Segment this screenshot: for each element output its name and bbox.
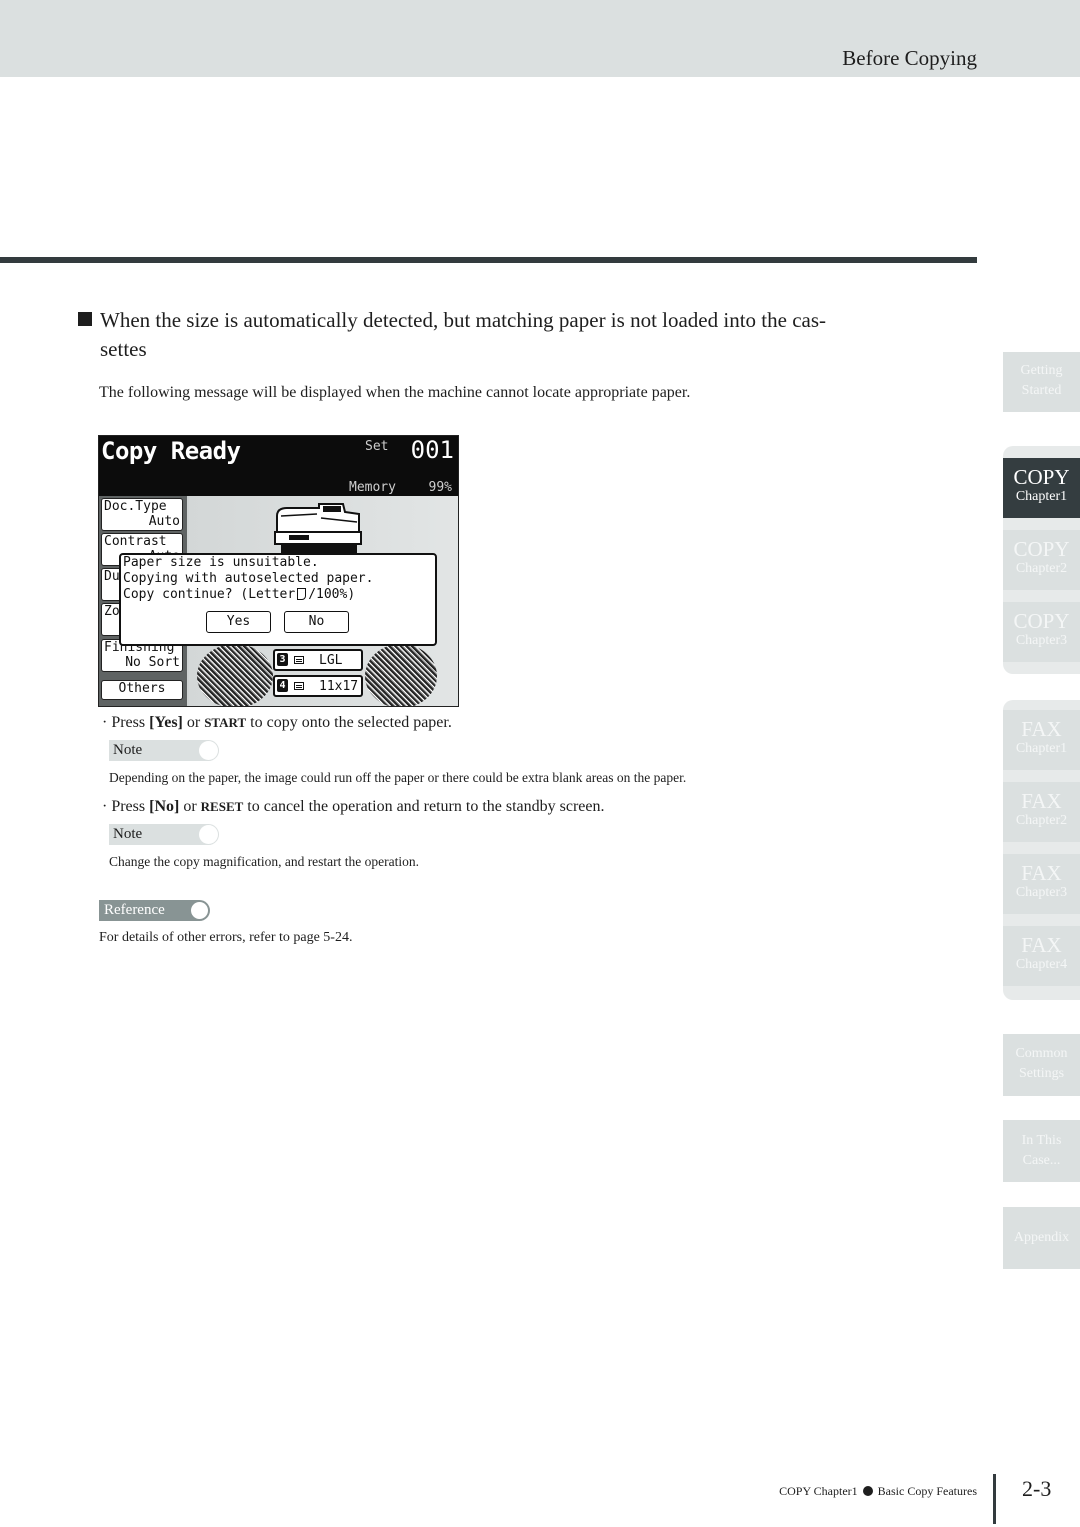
- page-number: 2-3: [1022, 1476, 1052, 1501]
- note-circle-icon: [199, 741, 218, 760]
- doc-type-button[interactable]: Doc.Type Auto: [101, 498, 183, 531]
- note-label: Note: [109, 824, 219, 845]
- tab-getting-started[interactable]: Getting Started: [1003, 352, 1080, 412]
- note-circle-icon: [199, 825, 218, 844]
- tab-appendix[interactable]: Appendix: [1003, 1207, 1080, 1269]
- instruction-yes: · Press [Yes] or START to copy onto the …: [102, 714, 452, 731]
- instruction-no: · Press [No] or RESET to cancel the oper…: [102, 798, 605, 815]
- lcd-status-bar: Copy Ready Set 001 Memory 99%: [99, 436, 458, 496]
- footer-chapter-info: COPY Chapter1 Basic Copy Features: [779, 1484, 977, 1498]
- tray-3-button[interactable]: 3 LGL: [273, 649, 363, 671]
- paper-stack-left-graphic: [197, 644, 273, 706]
- reference-text: For details of other errors, refer to pa…: [99, 930, 353, 945]
- note-label: Note: [109, 740, 219, 761]
- memory-value: 99%: [428, 480, 452, 495]
- tab-fax-chapter4[interactable]: FAX Chapter4: [1003, 926, 1080, 986]
- no-button[interactable]: No: [284, 611, 349, 633]
- section-divider: [0, 257, 977, 263]
- subsection-heading: When the size is automatically detected,…: [78, 306, 983, 364]
- lcd-title: Copy Ready: [101, 437, 241, 465]
- others-button[interactable]: Others: [101, 680, 183, 700]
- tab-copy-chapter3[interactable]: COPY Chapter3: [1003, 602, 1080, 662]
- set-label: Set: [365, 439, 389, 454]
- letter-paper-icon: [297, 588, 307, 600]
- paper-stack-right-graphic: [365, 644, 437, 706]
- tab-in-this-case[interactable]: In This Case...: [1003, 1120, 1080, 1182]
- tab-fax-chapter3[interactable]: FAX Chapter3: [1003, 854, 1080, 914]
- paper-tray-icon: [294, 656, 304, 664]
- footer-divider: [993, 1474, 996, 1524]
- intro-text: The following message will be displayed …: [99, 384, 691, 401]
- tab-fax-chapter2[interactable]: FAX Chapter2: [1003, 782, 1080, 842]
- tab-copy-chapter2[interactable]: COPY Chapter2: [1003, 530, 1080, 590]
- tab-copy-chapter1[interactable]: COPY Chapter1: [1003, 458, 1080, 518]
- note-text: Change the copy magnification, and resta…: [109, 854, 420, 869]
- set-count: 001: [410, 436, 454, 464]
- reference-circle-icon: [191, 902, 208, 919]
- note-text: Depending on the paper, the image could …: [109, 770, 687, 785]
- tab-common-settings[interactable]: Common Settings: [1003, 1034, 1080, 1096]
- square-bullet-icon: [78, 312, 92, 326]
- yes-button[interactable]: Yes: [206, 611, 271, 633]
- paper-size-dialog: Paper size is unsuitable. Copying with a…: [119, 553, 437, 646]
- reference-label: Reference: [99, 900, 210, 921]
- tab-fax-chapter1[interactable]: FAX Chapter1: [1003, 710, 1080, 770]
- memory-label: Memory: [349, 480, 396, 495]
- bullet-dot-icon: [862, 1486, 873, 1496]
- tray-4-button[interactable]: 4 11x17: [273, 675, 363, 697]
- paper-tray-icon: [294, 682, 304, 690]
- section-title: Before Copying: [842, 46, 977, 70]
